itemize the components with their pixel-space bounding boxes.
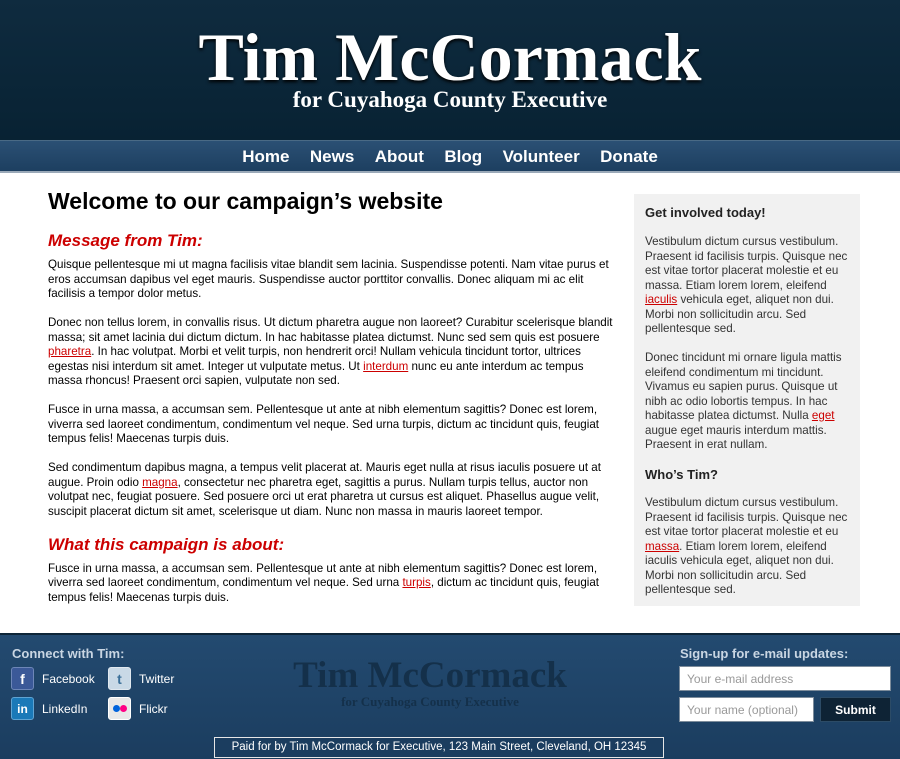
paragraph-1: Quisque pellentesque mi ut magna facilis… [48, 258, 609, 300]
site-subtitle: for Cuyahoga County Executive [292, 87, 608, 112]
facebook-icon: f [11, 667, 34, 690]
flickr-icon [108, 697, 131, 720]
name-input[interactable] [679, 697, 814, 722]
paragraph-4: Sed condimentum dapibus magna, a tempus … [48, 461, 620, 519]
footer-logo-title: Tim McCormack [293, 655, 567, 696]
sidebar-paragraph-2: Donec tincidunt mi ornare ligula mattis … [645, 351, 849, 453]
link-turpis[interactable]: turpis [402, 576, 430, 589]
link-massa[interactable]: massa [645, 540, 679, 553]
linkedin-icon: in [11, 697, 34, 720]
paragraph-2: Donec non tellus lorem, in convallis ris… [48, 316, 620, 389]
main-nav: Home News About Blog Volunteer Donate [0, 141, 900, 173]
link-interdum[interactable]: interdum [363, 360, 408, 373]
footer-logo-subtitle: for Cuyahoga County Executive [341, 694, 519, 709]
paragraph-3: Fusce in urna massa, a accumsan sem. Pel… [48, 403, 599, 445]
site-footer: Connect with Tim: f Facebook t Twitter i… [0, 633, 900, 759]
paragraph-text: augue eget mauris interdum mattis. Praes… [645, 423, 827, 452]
submit-button[interactable]: Submit [820, 697, 891, 722]
paragraph-text: Donec non tellus lorem, in convallis ris… [48, 316, 613, 344]
twitter-label: Twitter [139, 671, 175, 686]
site-title[interactable]: Tim McCormack [0, 18, 900, 97]
link-magna[interactable]: magna [142, 476, 177, 489]
page-title: Welcome to our campaign’s website [48, 188, 443, 214]
nav-volunteer[interactable]: Volunteer [495, 141, 588, 173]
linkedin-link[interactable]: in LinkedIn [11, 697, 87, 720]
sidebar-paragraph-1: Vestibulum dictum cursus vestibulum. Pra… [645, 235, 849, 337]
main-content: Welcome to our campaign’s website Messag… [48, 186, 620, 620]
link-eget[interactable]: eget [812, 409, 835, 422]
section-title-campaign: What this campaign is about: [48, 534, 285, 554]
footer-logo: Tim McCormack for Cuyahoga County Execut… [270, 657, 590, 709]
paragraph-text: Vestibulum dictum cursus vestibulum. Pra… [645, 235, 848, 292]
facebook-link[interactable]: f Facebook [11, 667, 95, 690]
flickr-label: Flickr [139, 701, 168, 716]
nav-blog[interactable]: Blog [436, 141, 490, 173]
nav-home[interactable]: Home [234, 141, 297, 173]
paragraph-5: Fusce in urna massa, a accumsan sem. Pel… [48, 562, 620, 606]
linkedin-label: LinkedIn [42, 701, 88, 716]
flickr-link[interactable]: Flickr [108, 697, 168, 720]
sidebar-title-get-involved: Get involved today! [645, 205, 766, 220]
sidebar-paragraph-3: Vestibulum dictum cursus vestibulum. Pra… [645, 496, 849, 598]
paid-for-notice: Paid for by Tim McCormack for Executive,… [214, 737, 664, 758]
link-pharetra[interactable]: pharetra [48, 345, 91, 358]
signup-title: Sign-up for e-mail updates: [680, 646, 849, 661]
nav-donate[interactable]: Donate [592, 141, 666, 173]
link-iaculis[interactable]: iaculis [645, 293, 677, 306]
nav-news[interactable]: News [302, 141, 362, 173]
site-header: Tim McCormack for Cuyahoga County Execut… [0, 0, 900, 141]
sidebar-title-whos-tim: Who’s Tim? [645, 467, 718, 482]
nav-about[interactable]: About [367, 141, 432, 173]
facebook-label: Facebook [42, 671, 95, 686]
twitter-icon: t [108, 667, 131, 690]
section-title-message: Message from Tim: [48, 231, 203, 250]
sidebar: Get involved today! Vestibulum dictum cu… [634, 194, 860, 606]
twitter-link[interactable]: t Twitter [108, 667, 174, 690]
email-input[interactable] [679, 666, 891, 691]
connect-title: Connect with Tim: [12, 646, 125, 661]
paragraph-text: Vestibulum dictum cursus vestibulum. Pra… [645, 496, 848, 538]
